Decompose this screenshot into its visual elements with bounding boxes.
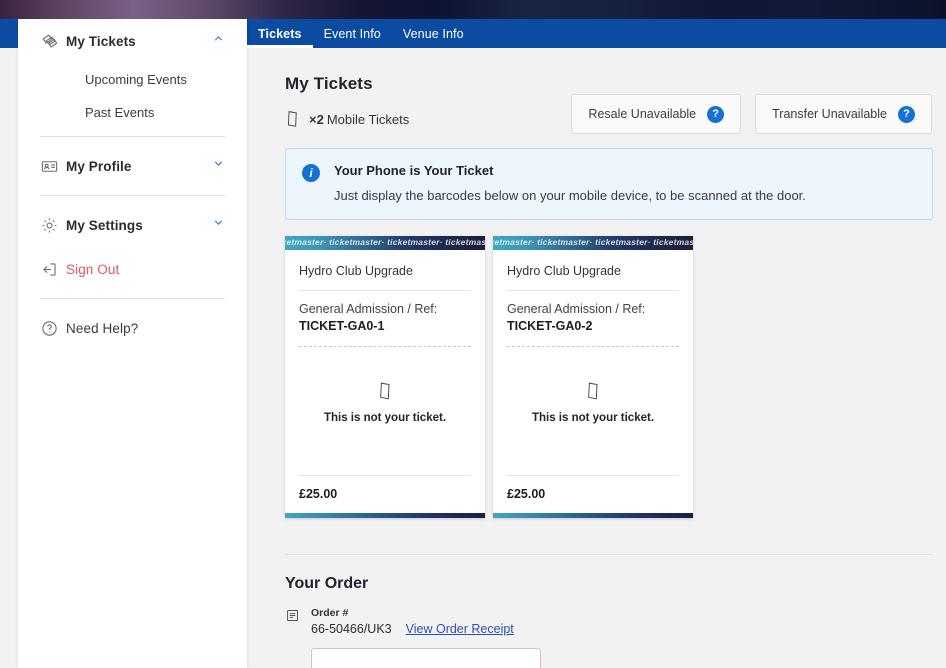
sidebar-item-my-settings[interactable]: My Settings <box>40 203 225 247</box>
sidebar-divider-2 <box>40 195 225 196</box>
sidebar-group-my-profile: My Profile <box>18 144 247 188</box>
mobile-ticket-icon-card <box>493 381 693 401</box>
sidebar-label-past-events: Past Events <box>85 105 155 120</box>
ticket-quantity: ×2 <box>309 111 324 127</box>
brand-band-text: ticketmaster· ticketmaster· ticketmaster… <box>493 237 693 247</box>
tab-event-info[interactable]: Event Info <box>313 27 392 48</box>
mobile-ticket-icon <box>285 110 300 128</box>
ticket-price: £25.00 <box>507 487 546 501</box>
resale-unavailable-button[interactable]: Resale Unavailable ? <box>571 94 742 134</box>
sidebar-label-sign-out: Sign Out <box>66 261 120 277</box>
ticket-card-list: ticketmaster· ticketmaster· ticketmaster… <box>285 236 916 518</box>
ticket-admission-label: General Admission / Ref: <box>299 302 438 316</box>
sidebar-item-my-tickets[interactable]: My Tickets <box>40 19 225 63</box>
resale-button-label: Resale Unavailable <box>588 107 697 121</box>
order-number-label: Order # <box>311 607 349 619</box>
ticket-reference: TICKET-GA0-1 <box>299 319 385 333</box>
help-icon-transfer[interactable]: ? <box>898 105 915 123</box>
chevron-down-icon-profile[interactable] <box>212 157 225 175</box>
sidebar-item-sign-out[interactable]: Sign Out <box>40 247 225 291</box>
main-content: My Tickets ×2 Mobile Tickets i Your Phon… <box>247 48 946 668</box>
notice-body: Just display the barcodes below on your … <box>334 188 806 203</box>
ticketmaster-brand-band: ticketmaster· ticketmaster· ticketmaster… <box>493 236 693 250</box>
ticket-reference: TICKET-GA0-2 <box>507 319 593 333</box>
ticket-card[interactable]: ticketmaster· ticketmaster· ticketmaster… <box>285 236 485 518</box>
tickets-icon <box>40 32 66 51</box>
nav-tabs: Tickets Event Info Venue Info <box>247 19 475 48</box>
notice-title: Your Phone is Your Ticket <box>334 163 494 178</box>
ticket-admission-label: General Admission / Ref: <box>507 302 646 316</box>
card-bottom-accent-band <box>493 513 693 518</box>
barcode-area: This is not your ticket. <box>285 347 485 475</box>
question-circle-icon <box>40 319 66 338</box>
sidebar-group-help: Need Help? <box>18 306 247 350</box>
ticketmaster-brand-band: ticketmaster· ticketmaster· ticketmaster… <box>285 236 485 250</box>
sidebar-label-my-settings: My Settings <box>66 217 143 233</box>
order-number-row: Order # 66-50466/UK3 View Order Receipt <box>285 607 916 636</box>
ticket-card[interactable]: ticketmaster· ticketmaster· ticketmaster… <box>493 236 693 518</box>
card-bottom-accent-band <box>285 513 485 518</box>
gear-icon <box>40 216 66 235</box>
account-sidebar: My Tickets Upcoming Events Past Events M… <box>18 19 247 668</box>
barcode-placeholder-text: This is not your ticket. <box>531 412 655 424</box>
chevron-up-icon[interactable] <box>212 32 225 50</box>
ticket-type-label: Mobile Tickets <box>326 111 410 127</box>
sidebar-group-my-tickets: My Tickets Upcoming Events Past Events <box>18 19 247 129</box>
sidebar-divider-3 <box>40 298 225 299</box>
sidebar-label-upcoming-events: Upcoming Events <box>85 72 187 87</box>
sign-out-icon <box>40 260 66 279</box>
ticket-action-buttons: Resale Unavailable ? Transfer Unavailabl… <box>571 94 932 134</box>
ticket-event-name: Hydro Club Upgrade <box>299 264 413 278</box>
order-promo-box[interactable] <box>311 648 541 668</box>
sidebar-item-need-help[interactable]: Need Help? <box>40 306 225 350</box>
sidebar-label-need-help: Need Help? <box>66 320 139 336</box>
transfer-button-label: Transfer Unavailable <box>772 107 887 121</box>
card-divider <box>299 290 471 291</box>
sidebar-label-my-tickets: My Tickets <box>66 33 136 49</box>
sidebar-divider-1 <box>40 136 225 137</box>
card-footer-divider <box>507 475 679 476</box>
ticket-price: £25.00 <box>299 487 338 501</box>
sidebar-label-my-profile: My Profile <box>66 158 132 174</box>
receipt-icon <box>285 608 311 636</box>
order-section-divider <box>285 554 933 555</box>
phone-is-ticket-notice: i Your Phone is Your Ticket Just display… <box>285 148 933 220</box>
view-order-receipt-link[interactable]: View Order Receipt <box>406 622 514 636</box>
help-icon-resale[interactable]: ? <box>707 105 725 123</box>
sidebar-item-my-profile[interactable]: My Profile <box>40 144 225 188</box>
tab-venue-info[interactable]: Venue Info <box>392 27 475 48</box>
tab-tickets[interactable]: Tickets <box>247 27 313 48</box>
barcode-area: This is not your ticket. <box>493 347 693 475</box>
chevron-down-icon-settings[interactable] <box>212 216 225 234</box>
barcode-placeholder-text: This is not your ticket. <box>323 412 447 424</box>
card-divider <box>507 290 679 291</box>
info-icon: i <box>302 164 320 182</box>
transfer-unavailable-button[interactable]: Transfer Unavailable ? <box>755 94 932 134</box>
id-card-icon <box>40 157 66 176</box>
ticket-event-name: Hydro Club Upgrade <box>507 264 621 278</box>
mobile-ticket-icon-card <box>285 381 485 401</box>
order-number-value: 66-50466/UK3 <box>311 622 392 636</box>
hero-banner-strip <box>0 0 946 19</box>
brand-band-text: ticketmaster· ticketmaster· ticketmaster… <box>285 237 485 247</box>
card-footer-divider <box>299 475 471 476</box>
sidebar-group-my-settings: My Settings Sign Out <box>18 203 247 291</box>
sidebar-item-past-events[interactable]: Past Events <box>40 96 225 129</box>
sidebar-item-upcoming-events[interactable]: Upcoming Events <box>40 63 225 96</box>
order-section-title: Your Order <box>285 575 369 592</box>
page-title: My Tickets <box>285 74 373 93</box>
